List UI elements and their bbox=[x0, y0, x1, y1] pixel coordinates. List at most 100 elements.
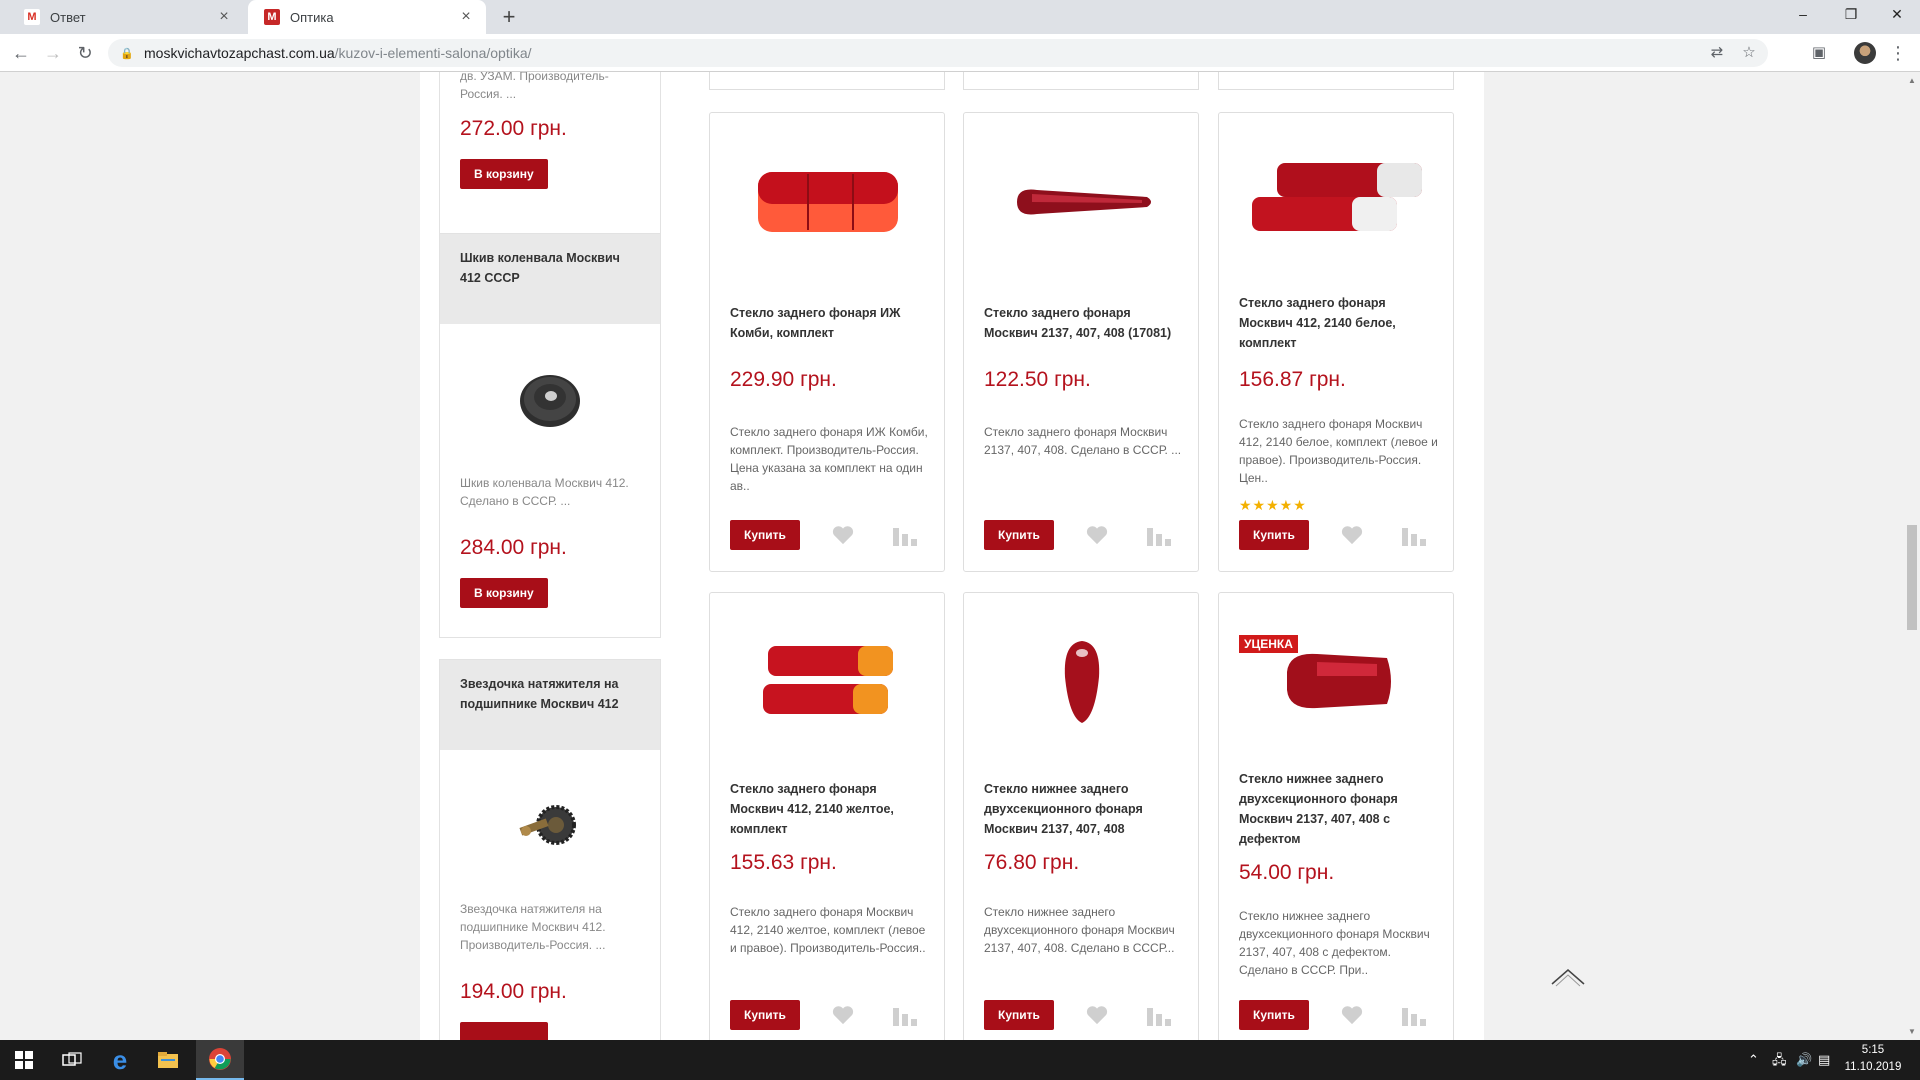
buy-button[interactable]: Купить bbox=[730, 520, 800, 550]
product-title[interactable]: Стекло нижнее заднего двухсекционного фо… bbox=[984, 779, 1180, 839]
tab-title: Ответ bbox=[50, 9, 86, 25]
forward-button[interactable]: → bbox=[40, 40, 66, 66]
page-scrollbar[interactable]: ▲ ▼ bbox=[1904, 72, 1920, 1040]
buy-button[interactable]: Купить bbox=[1239, 1000, 1309, 1030]
product-card: Стекло заднего фонаря ИЖ Комби, комплект… bbox=[709, 112, 945, 572]
windows-logo-icon bbox=[15, 1051, 33, 1069]
reload-button[interactable]: ↻ bbox=[72, 40, 98, 66]
tail-light-image bbox=[1252, 163, 1422, 231]
product-image[interactable] bbox=[440, 750, 660, 900]
tail-light-image bbox=[1017, 189, 1151, 215]
product-image[interactable] bbox=[1239, 127, 1435, 277]
menu-icon[interactable]: ⋮ bbox=[1888, 40, 1908, 66]
wishlist-heart-icon[interactable] bbox=[1086, 525, 1108, 545]
compare-icon[interactable] bbox=[1146, 1006, 1174, 1026]
url-host: moskvichavtozapchast.com.ua bbox=[144, 45, 335, 61]
address-bar[interactable]: 🔒 moskvichavtozapchast.com.ua /kuzov-i-e… bbox=[108, 39, 1768, 67]
product-title[interactable]: Стекло заднего фонаря Москвич 412, 2140 … bbox=[1239, 293, 1435, 353]
extension-icon[interactable]: ▣ bbox=[1806, 39, 1832, 67]
chrome-browser-icon[interactable] bbox=[196, 1040, 244, 1080]
minimize-button[interactable]: – bbox=[1780, 0, 1826, 30]
add-to-cart-button[interactable] bbox=[460, 1022, 548, 1040]
compare-icon[interactable] bbox=[892, 1006, 920, 1026]
compare-icon[interactable] bbox=[1401, 1006, 1429, 1026]
product-price: 122.50 грн. bbox=[984, 368, 1091, 391]
scroll-up-icon[interactable]: ▲ bbox=[1908, 76, 1916, 85]
taskbar-clock[interactable]: 5:15 11.10.2019 bbox=[1838, 1042, 1908, 1076]
back-button[interactable]: ← bbox=[8, 40, 34, 66]
product-price: 229.90 грн. bbox=[730, 368, 837, 391]
translate-icon[interactable]: ⇄ bbox=[1704, 39, 1730, 67]
pulley-image bbox=[520, 375, 580, 427]
product-price: 76.80 грн. bbox=[984, 851, 1080, 874]
product-image[interactable] bbox=[440, 324, 660, 474]
product-desc: Стекло заднего фонаря Москвич 412, 2140 … bbox=[730, 905, 926, 955]
start-button[interactable] bbox=[0, 1040, 48, 1080]
url-path: /kuzov-i-elementi-salona/optika/ bbox=[334, 45, 532, 61]
volume-icon[interactable]: 🔊 bbox=[1796, 1040, 1812, 1080]
compare-icon[interactable] bbox=[1146, 526, 1174, 546]
product-title[interactable]: Стекло заднего фонаря ИЖ Комби, комплект bbox=[730, 303, 926, 343]
rating-stars: ★★★★★ bbox=[1239, 497, 1307, 513]
wishlist-heart-icon[interactable] bbox=[1341, 1005, 1363, 1025]
product-price: 54.00 грн. bbox=[1239, 861, 1335, 884]
restore-button[interactable]: ❐ bbox=[1828, 0, 1874, 30]
new-tab-button[interactable]: + bbox=[496, 4, 522, 30]
gmail-icon: M bbox=[24, 9, 40, 25]
buy-button[interactable]: Купить bbox=[730, 1000, 800, 1030]
wishlist-heart-icon[interactable] bbox=[1341, 525, 1363, 545]
add-to-cart-button[interactable]: В корзину bbox=[460, 159, 548, 189]
network-icon[interactable]: 🖧 bbox=[1772, 1040, 1787, 1080]
close-window-button[interactable]: ✕ bbox=[1874, 0, 1920, 30]
clock-date: 11.10.2019 bbox=[1844, 1061, 1902, 1073]
scrollbar-thumb[interactable] bbox=[1907, 525, 1917, 630]
compare-icon[interactable] bbox=[1401, 526, 1429, 546]
page-viewport: дв. УЗАМ. Производитель-Россия. ... 272.… bbox=[0, 72, 1920, 1040]
close-tab-icon[interactable]: × bbox=[216, 8, 232, 26]
product-card: УЦЕНКА Стекло нижнее заднего двухсекцион… bbox=[1218, 592, 1454, 1040]
product-title[interactable]: Стекло нижнее заднего двухсекционного фо… bbox=[1239, 769, 1435, 849]
product-image[interactable] bbox=[984, 127, 1180, 277]
product-title[interactable]: Стекло заднего фонаря Москвич 2137, 407,… bbox=[984, 303, 1180, 343]
sidebar-product-price: 272.00 грн. bbox=[460, 117, 567, 140]
product-desc: Стекло нижнее заднего двухсекционного фо… bbox=[984, 905, 1175, 955]
product-image[interactable]: УЦЕНКА bbox=[1239, 607, 1435, 757]
wishlist-heart-icon[interactable] bbox=[1086, 1005, 1108, 1025]
buy-button[interactable]: Купить bbox=[1239, 520, 1309, 550]
tab-title: Оптика bbox=[290, 9, 334, 25]
wishlist-heart-icon[interactable] bbox=[832, 525, 854, 545]
product-desc: Стекло заднего фонаря Москвич 2137, 407,… bbox=[984, 425, 1182, 457]
product-image[interactable] bbox=[984, 607, 1180, 757]
scroll-to-top-icon[interactable] bbox=[1550, 966, 1586, 988]
product-desc: Стекло заднего фонаря Москвич 412, 2140 … bbox=[1239, 417, 1438, 485]
tail-light-image bbox=[1287, 653, 1391, 709]
product-title[interactable]: Стекло заднего фонаря Москвич 412, 2140 … bbox=[730, 779, 926, 839]
compare-icon[interactable] bbox=[892, 526, 920, 546]
add-to-cart-button[interactable]: В корзину bbox=[460, 578, 548, 608]
sidebar-product-title[interactable]: Звездочка натяжителя на подшипнике Москв… bbox=[440, 660, 660, 750]
toolbar: ← → ↻ 🔒 moskvichavtozapchast.com.ua /kuz… bbox=[0, 34, 1920, 72]
scroll-down-icon[interactable]: ▼ bbox=[1908, 1027, 1916, 1036]
tail-light-image bbox=[758, 172, 898, 232]
lock-icon: 🔒 bbox=[120, 47, 134, 60]
tab-strip: M Ответ × M Оптика × + – ❐ ✕ bbox=[0, 0, 1920, 34]
tab-optika[interactable]: M Оптика × bbox=[248, 0, 486, 34]
product-card: Стекло заднего фонаря Москвич 2137, 407,… bbox=[963, 112, 1199, 572]
product-card: Стекло заднего фонаря Москвич 412, 2140 … bbox=[1218, 112, 1454, 572]
product-image[interactable] bbox=[730, 607, 926, 757]
file-explorer-icon[interactable] bbox=[144, 1040, 192, 1080]
tab-gmail[interactable]: M Ответ × bbox=[8, 0, 244, 34]
buy-button[interactable]: Купить bbox=[984, 1000, 1054, 1030]
product-image[interactable] bbox=[730, 127, 926, 277]
close-tab-icon[interactable]: × bbox=[458, 8, 474, 26]
sidebar-product-desc: Шкив коленвала Москвич 412. Сделано в СС… bbox=[460, 476, 629, 508]
tray-chevron-icon[interactable]: ⌃ bbox=[1748, 1040, 1759, 1080]
buy-button[interactable]: Купить bbox=[984, 520, 1054, 550]
task-view-icon[interactable] bbox=[48, 1040, 96, 1080]
bookmark-star-icon[interactable]: ☆ bbox=[1736, 39, 1762, 67]
wishlist-heart-icon[interactable] bbox=[832, 1005, 854, 1025]
edge-browser-icon[interactable]: e bbox=[96, 1040, 144, 1080]
notifications-icon[interactable]: ▤ bbox=[1818, 1040, 1830, 1080]
profile-avatar[interactable] bbox=[1854, 42, 1876, 64]
sidebar-product-title[interactable]: Шкив коленвала Москвич 412 СССР bbox=[440, 234, 660, 324]
